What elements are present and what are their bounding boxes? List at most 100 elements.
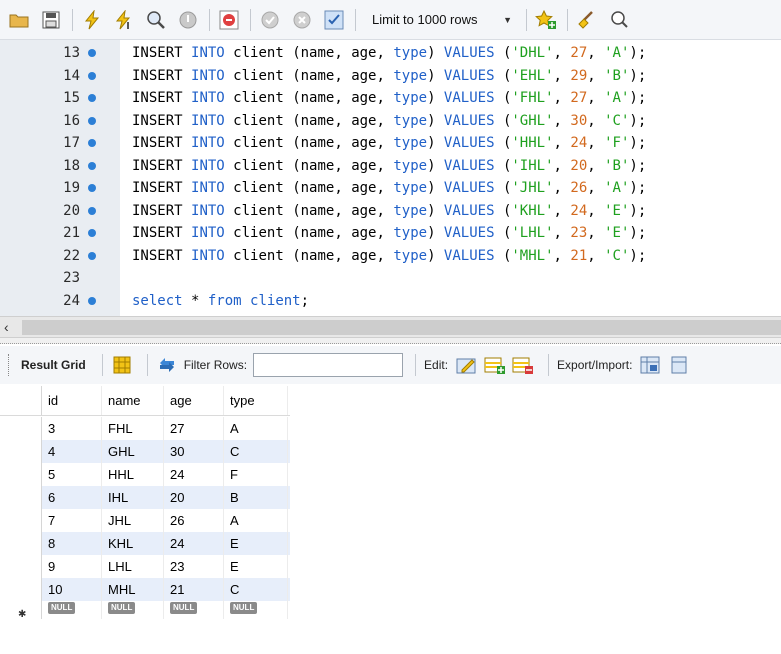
cell-age[interactable]: 21 <box>164 578 224 601</box>
rollback-icon[interactable] <box>289 7 315 33</box>
scroll-left-arrow-icon[interactable]: ‹ <box>4 319 9 335</box>
row-header[interactable] <box>0 486 42 509</box>
scrollbar-thumb[interactable] <box>22 320 781 335</box>
column-header-age[interactable]: age <box>164 386 224 415</box>
cell-id[interactable]: 10 <box>42 578 102 601</box>
row-header[interactable] <box>0 463 42 486</box>
refresh-arrows-icon[interactable] <box>156 354 178 376</box>
add-snippet-star-icon[interactable] <box>533 7 559 33</box>
table-row[interactable]: 10 MHL 21 C <box>0 578 290 601</box>
cell-name[interactable]: KHL <box>102 532 164 555</box>
cell-id[interactable]: NULL <box>42 601 102 619</box>
table-row[interactable]: 6 IHL 20 B <box>0 486 290 509</box>
column-header-type[interactable]: type <box>224 386 288 415</box>
find-magnifier-icon[interactable] <box>606 7 632 33</box>
cell-id[interactable]: 7 <box>42 509 102 532</box>
cell-age[interactable]: 24 <box>164 532 224 555</box>
cell-name[interactable]: JHL <box>102 509 164 532</box>
cell-id[interactable]: 5 <box>42 463 102 486</box>
save-icon[interactable] <box>38 7 64 33</box>
code-line[interactable]: 24 select * from client; <box>0 290 781 312</box>
explain-magnifier-icon[interactable] <box>143 7 169 33</box>
autocommit-icon[interactable] <box>321 7 347 33</box>
column-header-id[interactable]: id <box>42 386 102 415</box>
open-folder-icon[interactable] <box>6 7 32 33</box>
continue-on-error-icon[interactable] <box>216 7 242 33</box>
cell-id[interactable]: 8 <box>42 532 102 555</box>
limit-rows-select[interactable]: Limit to 1000 rows ▼ <box>366 8 518 32</box>
code-line[interactable]: 23 <box>0 267 781 289</box>
code-line[interactable]: 22 INSERT INTO client (name, age, type) V… <box>0 245 781 267</box>
table-row[interactable]: 3 FHL 27 A <box>0 417 290 440</box>
code-line[interactable]: 15 INSERT INTO client (name, age, type) V… <box>0 87 781 109</box>
table-row[interactable]: 7 JHL 26 A <box>0 509 290 532</box>
row-header[interactable] <box>0 440 42 463</box>
panel-splitter[interactable] <box>0 338 781 344</box>
cell-name[interactable]: FHL <box>102 417 164 440</box>
column-header-name[interactable]: name <box>102 386 164 415</box>
code-line[interactable]: 17 INSERT INTO client (name, age, type) V… <box>0 132 781 154</box>
delete-row-icon[interactable] <box>512 354 534 376</box>
cell-type[interactable]: A <box>224 509 288 532</box>
execute-lightning-icon[interactable] <box>79 7 105 33</box>
add-row-icon[interactable] <box>484 354 506 376</box>
cell-type[interactable]: C <box>224 578 288 601</box>
cell-type[interactable]: B <box>224 486 288 509</box>
editor-horizontal-scrollbar[interactable]: ‹ <box>0 316 781 338</box>
stop-icon[interactable] <box>175 7 201 33</box>
new-row[interactable]: ✱ NULL NULL NULL NULL <box>0 601 290 620</box>
import-icon[interactable] <box>668 354 690 376</box>
row-header[interactable] <box>0 555 42 578</box>
cell-name[interactable]: HHL <box>102 463 164 486</box>
code-line[interactable]: 18 INSERT INTO client (name, age, type) V… <box>0 155 781 177</box>
row-header[interactable] <box>0 509 42 532</box>
row-header[interactable] <box>0 532 42 555</box>
execute-current-lightning-icon[interactable] <box>111 7 137 33</box>
cell-type[interactable]: E <box>224 532 288 555</box>
cell-id[interactable]: 9 <box>42 555 102 578</box>
cell-age[interactable]: NULL <box>164 601 224 619</box>
cell-type[interactable]: NULL <box>224 601 288 619</box>
code-line[interactable]: 14 INSERT INTO client (name, age, type) V… <box>0 65 781 87</box>
cell-age[interactable]: 20 <box>164 486 224 509</box>
cell-id[interactable]: 6 <box>42 486 102 509</box>
table-row[interactable]: 5 HHL 24 F <box>0 463 290 486</box>
row-header[interactable]: ✱ <box>0 601 42 620</box>
filter-rows-input[interactable] <box>253 353 404 377</box>
table-row[interactable]: 4 GHL 30 C <box>0 440 290 463</box>
cell-type[interactable]: E <box>224 555 288 578</box>
code-line[interactable]: 20 INSERT INTO client (name, age, type) V… <box>0 200 781 222</box>
cell-name[interactable]: NULL <box>102 601 164 619</box>
statement-marker-icon <box>88 116 96 125</box>
cell-name[interactable]: LHL <box>102 555 164 578</box>
cell-age[interactable]: 24 <box>164 463 224 486</box>
cell-type[interactable]: C <box>224 440 288 463</box>
cell-type[interactable]: F <box>224 463 288 486</box>
cell-type[interactable]: A <box>224 417 288 440</box>
code-line[interactable]: 21 INSERT INTO client (name, age, type) V… <box>0 222 781 244</box>
cell-name[interactable]: IHL <box>102 486 164 509</box>
table-row[interactable]: 8 KHL 24 E <box>0 532 290 555</box>
row-header[interactable] <box>0 578 42 601</box>
edit-pencil-icon[interactable] <box>456 354 478 376</box>
toolbar-grip[interactable] <box>8 354 11 376</box>
result-grid-tab[interactable]: Result Grid <box>21 358 86 372</box>
code-line[interactable]: 16 INSERT INTO client (name, age, type) V… <box>0 110 781 132</box>
cell-name[interactable]: MHL <box>102 578 164 601</box>
cell-age[interactable]: 23 <box>164 555 224 578</box>
cell-name[interactable]: GHL <box>102 440 164 463</box>
cell-id[interactable]: 4 <box>42 440 102 463</box>
table-row[interactable]: 9 LHL 23 E <box>0 555 290 578</box>
cell-age[interactable]: 26 <box>164 509 224 532</box>
code-line[interactable]: 19 INSERT INTO client (name, age, type) V… <box>0 177 781 199</box>
cell-id[interactable]: 3 <box>42 417 102 440</box>
grid-layout-icon[interactable] <box>111 354 133 376</box>
row-header[interactable] <box>0 417 42 440</box>
commit-icon[interactable] <box>257 7 283 33</box>
code-line[interactable]: 13 INSERT INTO client (name, age, type) V… <box>0 42 781 64</box>
sql-editor[interactable]: 13 INSERT INTO client (name, age, type) V… <box>0 40 781 316</box>
export-icon[interactable] <box>640 354 662 376</box>
cell-age[interactable]: 27 <box>164 417 224 440</box>
beautify-broom-icon[interactable] <box>574 7 600 33</box>
cell-age[interactable]: 30 <box>164 440 224 463</box>
